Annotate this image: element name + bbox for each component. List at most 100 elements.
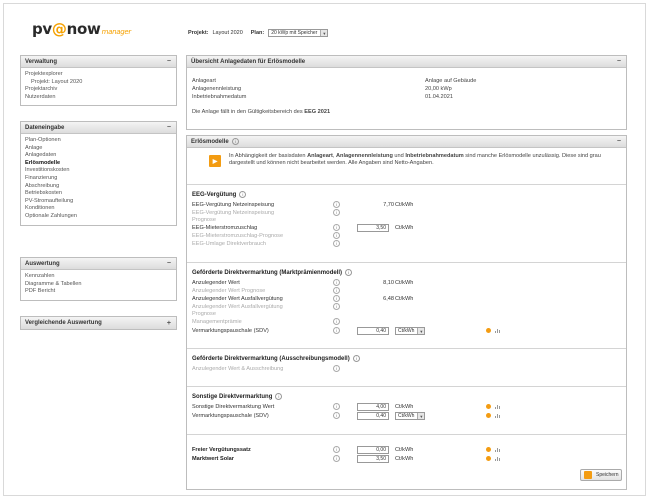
info-icon[interactable]: i (333, 224, 340, 231)
sidebar-item-pv-stromaufteilung[interactable]: PV-Stromaufteilung (25, 198, 172, 206)
sonstige-input[interactable]: 4,00 (357, 403, 389, 411)
section-sonstige: Sonstige Direktvermarktung i (192, 393, 283, 400)
info-icon[interactable]: i (333, 455, 340, 462)
vermarktung-input[interactable]: 0,40 (357, 327, 389, 335)
info-icon[interactable]: i (333, 279, 340, 286)
info-icon: i (333, 232, 340, 239)
eeg-row: EEG-Umlage Direktverbrauch i (192, 240, 622, 248)
sidebar-header-dateneingabe[interactable]: Dateneingabe − (21, 122, 176, 134)
info-icon: i (333, 365, 340, 372)
chart-icon[interactable] (495, 413, 501, 418)
plan-label: Plan: (250, 30, 265, 36)
info-icon[interactable]: i (352, 355, 360, 362)
collapse-icon[interactable]: − (167, 124, 171, 131)
sidebar-header-auswertung[interactable]: Auswertung − (21, 258, 176, 270)
eeg-row: EEG-Vergütung Netzeinspeisung i (192, 209, 622, 217)
section-eeg: EEG-Vergütung i (192, 191, 247, 198)
status-dot-icon (486, 413, 491, 418)
info-icon[interactable]: i (239, 191, 247, 198)
info-icon: i (333, 240, 340, 247)
eeg-row: EEG-Mieterstromzuschlag-Prognose i (192, 232, 622, 240)
mieterstrom-input[interactable]: 3,50 (357, 224, 389, 232)
info-icon[interactable]: i (333, 201, 340, 208)
chevron-down-icon: ▼ (320, 30, 328, 36)
info-icon[interactable]: i (333, 295, 340, 302)
info-icon: i (333, 318, 340, 325)
sidebar-item-konditionen[interactable]: Konditionen (25, 205, 172, 213)
so-row: Sonstige Direktvermarktung Wert i 4,00 Ct/k… (192, 403, 622, 411)
collapse-icon[interactable]: − (167, 260, 171, 267)
sidebar-item-projektarchiv[interactable]: Projektarchiv (25, 86, 172, 94)
status-dot-icon (486, 456, 491, 461)
info-icon[interactable]: i (333, 412, 340, 419)
chart-icon[interactable] (495, 447, 501, 452)
erloesmodelle-header[interactable]: Erlösmodelle i − (187, 136, 626, 148)
overview-value: 01.04.2021 (425, 94, 453, 100)
eeg-row: EEG-Vergütung Netzeinspeisung i 7,70 Ct/kWh (192, 201, 414, 208)
eeg-row: Prognose (192, 217, 216, 223)
mp-row: Managementprämie i (192, 318, 622, 326)
project-header: Projekt: Layout 2020 Plan: 20 kWp mit Sp… (188, 29, 329, 37)
notice-text: In Abhängigkeit der basisdaten Anlageart… (229, 153, 601, 166)
unit-select[interactable]: Ct/kWh ▼ (395, 412, 426, 420)
sidebar-item-investitionskosten[interactable]: Investitionskosten (25, 167, 172, 175)
overview-header[interactable]: Übersicht Anlagedaten für Erlösmodelle − (187, 56, 626, 68)
chart-icon[interactable] (495, 456, 501, 461)
sidebar-item-kennzahlen[interactable]: Kennzahlen (25, 273, 172, 281)
info-icon[interactable]: i (345, 269, 353, 276)
sonstige-sdv-input[interactable]: 0,40 (357, 412, 389, 420)
sidebar-item-abschreibung[interactable]: Abschreibung (25, 183, 172, 191)
chart-icon[interactable] (495, 404, 501, 409)
info-icon[interactable]: i (333, 446, 340, 453)
status-dot-icon (486, 404, 491, 409)
plan-select[interactable]: 20 kWp mit Speicher ▼ (268, 29, 329, 37)
collapse-icon[interactable]: − (617, 138, 621, 145)
eeg-note: Die Anlage fällt in den Gültigkeitsberei… (192, 109, 331, 115)
sidebar-item-optionale-zahlungen[interactable]: Optionale Zahlungen (25, 213, 172, 221)
sidebar-item-anlagedaten[interactable]: Anlagedaten (25, 152, 172, 160)
sidebar-header-verwaltung[interactable]: Verwaltung − (21, 56, 176, 68)
sidebar-item-plan-optionen[interactable]: Plan-Optionen (25, 137, 172, 145)
marktwert-input[interactable]: 3,50 (357, 455, 389, 463)
divider (187, 184, 626, 185)
sidebar-item-anlage[interactable]: Anlage (25, 145, 172, 153)
frei-input[interactable]: 0,00 (357, 446, 389, 454)
overview-label: Anlageart (192, 78, 216, 84)
notice: ▶ In Abhängigkeit der basisdaten Anlagea… (209, 153, 619, 167)
info-icon[interactable]: i (275, 393, 283, 400)
collapse-icon[interactable]: − (617, 58, 621, 65)
section-ausschreibung: Geförderte Direktvermarktung (Ausschreib… (192, 355, 360, 362)
mp-row: Anzulegender Wert Ausfallvergütung i 6,48 C… (192, 295, 414, 302)
status-dot-icon (486, 328, 491, 333)
expand-icon[interactable]: + (167, 320, 171, 327)
collapse-icon[interactable]: − (167, 58, 171, 65)
sidebar-item-pdf-bericht[interactable]: PDF Bericht (25, 288, 172, 296)
unit-select[interactable]: Ct/kWh ▼ (395, 327, 426, 335)
mp-row: Anzulegender Wert i 8,10 Ct/kWh (192, 279, 414, 286)
sidebar-header-vergleichende[interactable]: Vergleichende Auswertung + (21, 317, 176, 329)
sidebar-item-nutzerdaten[interactable]: Nutzerdaten (25, 94, 172, 102)
info-icon: i (333, 209, 340, 216)
info-icon[interactable]: i (333, 403, 340, 410)
chevron-down-icon: ▼ (417, 328, 425, 334)
sidebar-item-betriebskosten[interactable]: Betriebskosten (25, 190, 172, 198)
sidebar-item-projektexplorer[interactable]: Projektexplorer (25, 71, 172, 79)
info-icon[interactable]: i (231, 138, 239, 145)
overview-value: Anlage auf Gebäude (425, 78, 477, 84)
sidebar-item-projekt[interactable]: Projekt: Layout 2020 (25, 79, 172, 87)
sidebar-item-diagramme[interactable]: Diagramme & Tabellen (25, 281, 172, 289)
chart-icon[interactable] (495, 328, 501, 333)
sidebar-verwaltung: Verwaltung − Projektexplorer Projekt: Lay… (20, 55, 177, 107)
divider (187, 348, 626, 349)
so-row: Vermarktungspauschale (SDV) i 0,40 Ct/kWh ▼ (192, 412, 622, 420)
frei-row: Freier Vergütungssatz i 0,00 Ct/kWh (192, 446, 622, 454)
info-icon[interactable]: i (333, 327, 340, 334)
divider (187, 434, 626, 435)
sidebar-item-finanzierung[interactable]: Finanzierung (25, 175, 172, 183)
divider (187, 262, 626, 263)
mp-row: Anzulegender Wert Prognose i (192, 287, 622, 295)
sidebar-item-erloesmodelle[interactable]: Erlösmodelle (25, 160, 172, 168)
project-value: Layout 2020 (212, 30, 243, 36)
save-button[interactable]: Speichern (580, 469, 622, 481)
section-marktpraemie: Geförderte Direktvermarktung (Marktprämi… (192, 269, 353, 276)
